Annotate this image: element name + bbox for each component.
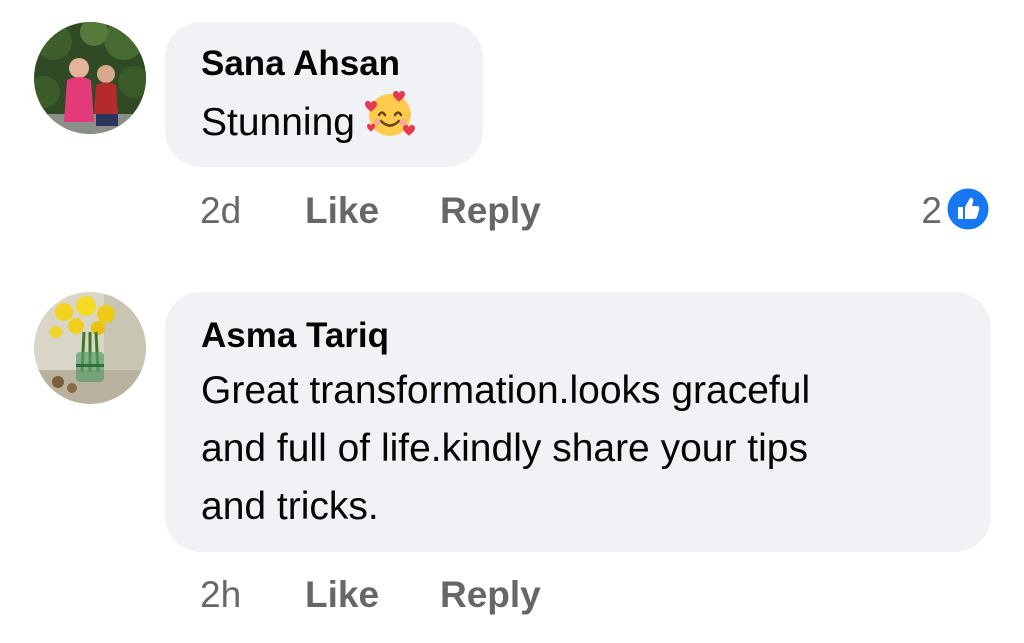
comment-text-line: and full of life.kindly share your tips bbox=[201, 427, 808, 470]
comment-text-line: Great transformation.looks graceful bbox=[201, 369, 811, 412]
avatar[interactable] bbox=[34, 292, 146, 404]
comment-author[interactable]: Asma Tariq bbox=[201, 316, 389, 356]
comment-text-line: and tricks. bbox=[201, 485, 379, 528]
comment-bubble: Asma Tariq Great transformation.looks gr… bbox=[165, 292, 991, 552]
comment-meta: 2h Like Reply bbox=[0, 571, 1024, 619]
like-button[interactable]: Like bbox=[305, 571, 379, 619]
reply-button[interactable]: Reply bbox=[440, 571, 541, 619]
comment-timestamp[interactable]: 2h bbox=[200, 571, 241, 619]
comment-item: Asma Tariq Great transformation.looks gr… bbox=[0, 0, 1024, 643]
